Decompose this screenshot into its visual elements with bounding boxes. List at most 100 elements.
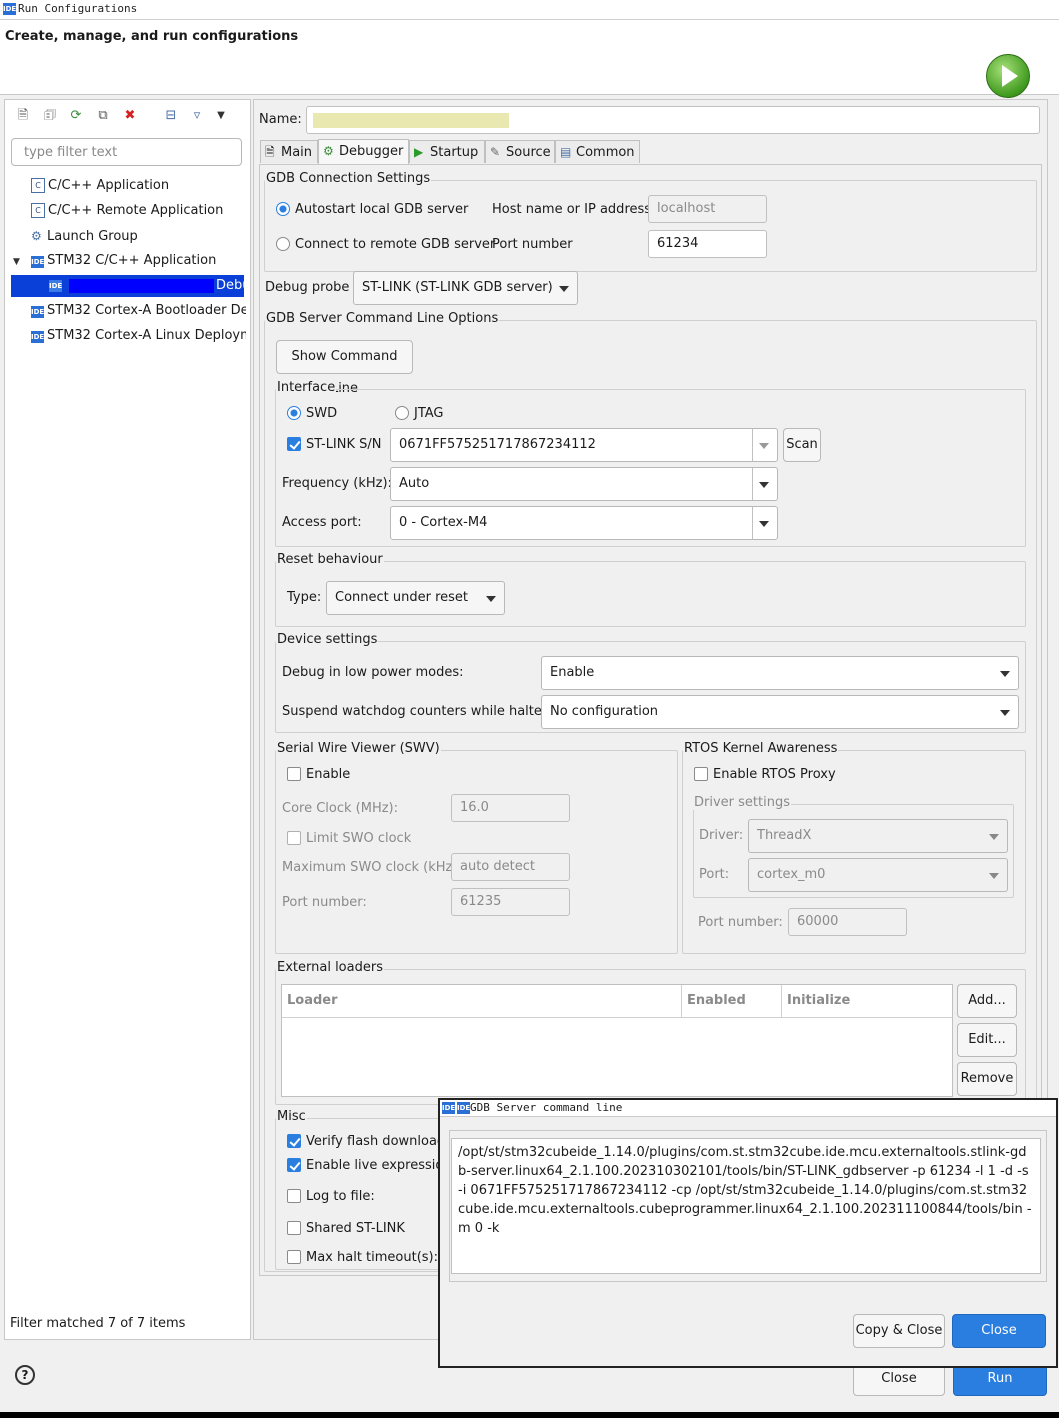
name-value-highlight: [313, 113, 509, 128]
stlink-sn-checkbox[interactable]: [287, 437, 301, 451]
tab-label: Startup: [430, 145, 479, 160]
access-port-select[interactable]: 0 - Cortex-M4: [390, 506, 778, 540]
rtos-portnum-input[interactable]: 60000: [788, 908, 907, 936]
tree-item-selected-debug-config[interactable]: IDE Debu: [11, 275, 244, 297]
export-icon[interactable]: ⟳: [68, 108, 84, 124]
reset-type-select[interactable]: Connect under reset: [326, 581, 505, 615]
connect-remote-radio[interactable]: [276, 237, 290, 251]
limit-swo-label: Limit SWO clock: [306, 831, 412, 846]
core-clock-input[interactable]: 16.0: [451, 794, 570, 822]
new-configuration-icon[interactable]: 🗎: [15, 108, 31, 124]
initialize-column-header[interactable]: Initialize: [782, 985, 952, 1017]
live-expression-checkbox[interactable]: [287, 1158, 301, 1172]
ide-icon: IDE: [31, 331, 45, 343]
name-input[interactable]: [306, 106, 1040, 134]
debug-probe-label: Debug probe: [265, 280, 350, 295]
new-prototype-icon[interactable]: 🗊: [42, 108, 58, 124]
filter-input[interactable]: type filter text: [11, 138, 242, 166]
scan-button[interactable]: Scan: [783, 428, 821, 462]
show-command-line-button[interactable]: Show Command Line: [276, 340, 413, 396]
tree-item-label: Launch Group: [47, 229, 138, 244]
tab-common[interactable]: ▤ Common: [555, 140, 640, 163]
tree-item-bootloader-deployment[interactable]: IDESTM32 Cortex-A Bootloader Deployment: [31, 300, 246, 322]
startup-tab-icon: ▶: [414, 145, 424, 159]
tree-item-cpp-application[interactable]: C C/C++ Application: [31, 175, 246, 197]
gdb-connection-title: GDB Connection Settings: [265, 171, 432, 186]
shared-stlink-checkbox[interactable]: [287, 1221, 301, 1235]
low-power-label: Debug in low power modes:: [282, 665, 464, 680]
driver-value: ThreadX: [757, 828, 812, 843]
chevron-down-icon: [1000, 671, 1010, 677]
collapse-all-icon[interactable]: ⊟: [163, 108, 179, 124]
help-icon[interactable]: ?: [15, 1365, 35, 1385]
log-to-file-checkbox[interactable]: [287, 1189, 301, 1203]
debug-probe-select[interactable]: ST-LINK (ST-LINK GDB server): [353, 271, 578, 305]
loaders-table[interactable]: Loader Enabled Initialize: [281, 984, 953, 1097]
stlink-sn-select[interactable]: 0671FF575251717867234112: [390, 428, 778, 462]
max-halt-checkbox[interactable]: [287, 1250, 301, 1264]
tree-item-launch-group[interactable]: ⚙ Launch Group: [31, 225, 246, 247]
remove-loader-button[interactable]: Remove: [957, 1062, 1017, 1096]
swv-enable-checkbox[interactable]: [287, 767, 301, 781]
driver-label: Driver:: [699, 828, 744, 843]
c-application-icon: C: [31, 203, 45, 218]
swd-radio[interactable]: [287, 406, 301, 420]
loader-column-header[interactable]: Loader: [282, 985, 682, 1017]
run-icon: [986, 54, 1030, 98]
edit-loader-button[interactable]: Edit...: [957, 1023, 1017, 1057]
host-input[interactable]: localhost: [648, 195, 767, 223]
swv-port-input[interactable]: 61235: [451, 888, 570, 916]
redacted-name: [69, 279, 214, 293]
tab-source[interactable]: ✎ Source: [485, 140, 555, 163]
driver-select[interactable]: ThreadX: [748, 819, 1008, 853]
rtos-proxy-label: Enable RTOS Proxy: [713, 767, 836, 782]
source-tab-icon: ✎: [490, 145, 501, 159]
ide-icon: IDE: [457, 1102, 471, 1114]
rtos-port-select[interactable]: cortex_m0: [748, 858, 1008, 892]
reset-type-label: Type:: [287, 590, 322, 605]
limit-swo-checkbox[interactable]: [287, 831, 301, 845]
header-divider: [282, 1017, 952, 1018]
ide-icon: IDE: [49, 280, 63, 292]
verify-flash-checkbox[interactable]: [287, 1134, 301, 1148]
add-loader-button[interactable]: Add...: [957, 984, 1017, 1018]
access-port-label: Access port:: [282, 515, 362, 530]
low-power-select[interactable]: Enable: [541, 656, 1019, 690]
rtos-port-label: Port:: [699, 867, 730, 882]
expand-chevron-down-icon[interactable]: ▼: [13, 251, 27, 272]
view-menu-chevron-down-icon[interactable]: ▼: [213, 108, 229, 124]
duplicate-icon[interactable]: ⧉: [95, 108, 111, 124]
tab-startup[interactable]: ▶ Startup: [409, 140, 485, 163]
dialog-title-bar: IDE IDE GDB Server command line: [440, 1100, 1056, 1117]
chevron-down-icon: [759, 521, 769, 527]
port-input[interactable]: 61234: [648, 230, 767, 258]
tab-label: Common: [576, 145, 635, 160]
max-swo-input[interactable]: auto detect: [451, 853, 570, 881]
divider: [752, 507, 753, 539]
ide-icon: IDE: [3, 3, 17, 15]
jtag-radio[interactable]: [395, 406, 409, 420]
tab-main[interactable]: 🗎 Main: [260, 140, 318, 163]
autostart-radio[interactable]: [276, 202, 290, 216]
tree-item-stm32-cpp-application[interactable]: ▼ IDE STM32 C/C++ Application: [13, 250, 246, 272]
dialog-header: Create, manage, and run configurations: [0, 20, 1059, 98]
tab-debugger[interactable]: ⚙ Debugger: [318, 139, 409, 164]
watchdog-select[interactable]: No configuration: [541, 695, 1019, 729]
frequency-select[interactable]: Auto: [390, 467, 778, 501]
chevron-down-icon: [759, 443, 769, 449]
max-swo-label: Maximum SWO clock (kHz):: [282, 860, 462, 875]
rtos-proxy-checkbox[interactable]: [694, 767, 708, 781]
log-to-file-label: Log to file:: [306, 1189, 375, 1204]
enabled-column-header[interactable]: Enabled: [682, 985, 782, 1017]
ide-icon: IDE: [31, 306, 45, 318]
dialog-close-button[interactable]: Close: [952, 1314, 1046, 1348]
tree-item-linux-deployment[interactable]: IDESTM32 Cortex-A Linux Deployment: [31, 325, 246, 347]
divider: [752, 429, 753, 461]
main-tab-icon: 🗎: [265, 145, 275, 159]
filter-icon[interactable]: ▿: [189, 108, 205, 124]
tree-item-cpp-remote-application[interactable]: C C/C++ Remote Application: [31, 200, 246, 222]
tree-item-label: C/C++ Application: [48, 178, 170, 193]
command-line-text[interactable]: /opt/st/stm32cubeide_1.14.0/plugins/com.…: [451, 1138, 1041, 1274]
copy-and-close-button[interactable]: Copy & Close: [853, 1314, 945, 1348]
delete-icon[interactable]: ✖: [122, 108, 138, 124]
